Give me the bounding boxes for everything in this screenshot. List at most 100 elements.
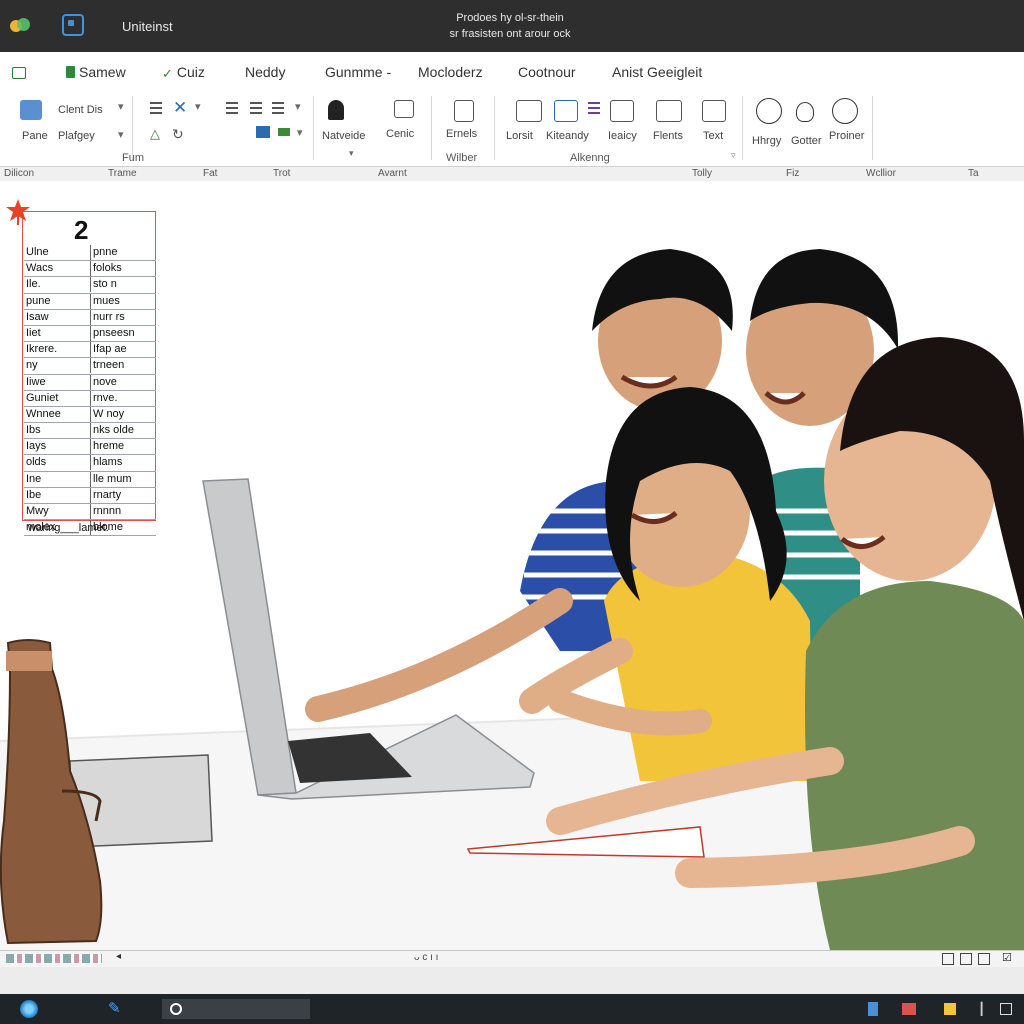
table-cell[interactable]: Ikrere. (26, 342, 84, 357)
tab-gunmme[interactable]: Gunmme - (325, 64, 391, 80)
table-cell[interactable]: hlams (90, 455, 157, 471)
chevron-down-icon[interactable]: ▾ (118, 128, 124, 141)
table-cell[interactable]: Guniet (26, 391, 84, 406)
frame-icon[interactable] (516, 100, 542, 122)
table-cell[interactable]: rnve. (90, 390, 157, 406)
indent-icon[interactable] (226, 102, 238, 114)
table-cell[interactable]: Iiet (26, 326, 84, 341)
alignment-item-1[interactable]: Lorsit (506, 130, 533, 142)
chevron-down-icon[interactable]: ▾ (297, 126, 303, 139)
table-cell[interactable]: Wacs (26, 261, 84, 276)
column-header[interactable]: Dilicon (4, 167, 34, 181)
table-row[interactable]: Ile. sto n (24, 277, 156, 294)
alignment-item-3[interactable]: Ieaicy (608, 130, 637, 142)
column-header[interactable]: Trot (273, 167, 290, 181)
insert-item-2[interactable]: Cenic (386, 128, 414, 140)
chevron-down-icon[interactable]: ▾ (118, 100, 124, 113)
tab-cuiz[interactable]: ✓ Cuiz (162, 64, 205, 81)
app-logo-icon[interactable] (10, 14, 32, 36)
table-cell[interactable]: olds (26, 455, 84, 470)
chevron-down-icon[interactable]: ▾ (195, 100, 201, 113)
table-cell[interactable]: pune (26, 294, 84, 309)
column-header[interactable]: Fiz (786, 167, 799, 181)
shield-icon[interactable] (796, 102, 814, 122)
table-cell[interactable]: foloks (90, 261, 157, 277)
paste-icon[interactable] (20, 100, 42, 120)
alignment-item-5[interactable]: Text (703, 130, 723, 142)
column-header[interactable]: Fat (203, 167, 217, 181)
refresh-icon[interactable]: ↻ (172, 126, 184, 143)
table-cell[interactable]: nove (90, 374, 157, 390)
table-cell[interactable]: Ile. (26, 277, 84, 292)
table-row[interactable]: Ibe rnarty (24, 487, 156, 504)
paragraph-icon[interactable] (272, 102, 284, 114)
document-icon[interactable] (454, 100, 474, 122)
tray-folder-icon[interactable] (944, 1003, 956, 1015)
table-row[interactable]: Wacs foloks (24, 261, 157, 278)
table-row[interactable]: Ikrere. Ifap ae (24, 342, 157, 359)
column-header[interactable]: Trame (108, 167, 137, 181)
scroll-left-icon[interactable]: ◂ (116, 951, 121, 962)
table-cell[interactable]: trneen (90, 358, 157, 374)
taskbar-active-window[interactable] (162, 999, 310, 1019)
pen-icon[interactable]: ✎ (108, 999, 121, 1019)
tray-notification-icon[interactable] (1000, 1003, 1012, 1015)
table-row[interactable]: Ibs nks olde (24, 423, 156, 440)
badge-icon[interactable] (832, 98, 858, 124)
table-cell[interactable]: Ibe (26, 488, 84, 503)
quick-access-icon[interactable] (62, 14, 84, 36)
table-cell[interactable]: pnseesn (90, 325, 157, 341)
table-cell[interactable]: ny (26, 358, 84, 373)
table-cell[interactable]: lle mum (90, 471, 157, 487)
dialog-launcher-icon[interactable]: ▿ (731, 150, 736, 161)
table-cell[interactable]: Mwy (26, 504, 84, 519)
tab-home-icon[interactable] (12, 65, 30, 81)
view-page-icon[interactable] (978, 953, 990, 965)
tab-samew[interactable]: Samew (66, 64, 126, 80)
view-layout-icon[interactable] (960, 953, 972, 965)
clipboard-item-3[interactable]: Pane (22, 130, 48, 142)
alignment-item-2[interactable]: Kiteandy (546, 130, 589, 142)
table-cell[interactable]: Ibs (26, 423, 84, 438)
tab-anist-geeigleit[interactable]: Anist Geeigleit (612, 64, 702, 80)
table-row[interactable]: Iiwe nove (24, 374, 157, 391)
table-cell[interactable]: Iays (26, 439, 84, 454)
table-cell[interactable]: pnne (90, 245, 157, 260)
table-row[interactable]: Ine lle mum (24, 471, 157, 488)
table-cell[interactable]: hreme (90, 439, 157, 455)
table-cell[interactable]: mues (90, 293, 157, 309)
clipboard-item-1[interactable]: Clent Dis (58, 104, 103, 116)
columns-icon[interactable] (656, 100, 682, 122)
text-box-icon[interactable] (702, 100, 726, 122)
extras-item-2[interactable]: Gotter (791, 135, 822, 147)
fill-color-icon[interactable] (278, 128, 290, 136)
tab-mocloderz[interactable]: Mocloderz (418, 64, 483, 80)
layout-icon[interactable] (554, 100, 578, 122)
table-cell[interactable]: Ifap ae (90, 342, 157, 358)
tab-cootnour[interactable]: Cootnour (518, 64, 576, 80)
table-icon[interactable] (394, 100, 414, 118)
list-icon[interactable] (250, 102, 262, 114)
align-icon[interactable] (150, 102, 162, 114)
tray-mail-icon[interactable] (902, 1003, 916, 1015)
table-cell[interactable]: Ulne (26, 245, 84, 260)
bullet-list-icon[interactable] (588, 102, 600, 116)
column-header[interactable]: Tolly (692, 167, 712, 181)
close-x-icon[interactable]: ✕ (173, 98, 187, 118)
tab-neddy[interactable]: Neddy (245, 64, 285, 80)
tray-app-icon[interactable] (868, 1002, 878, 1016)
person-icon[interactable] (328, 100, 344, 120)
table-row[interactable]: Guniet rnve. (24, 390, 157, 407)
table-cell[interactable]: W noy (90, 406, 157, 422)
clipboard-item-2[interactable]: Plafgey (58, 130, 95, 142)
table-row[interactable]: Iays hreme (24, 439, 157, 456)
table-cell[interactable]: Isaw (26, 310, 84, 325)
alignment-item-4[interactable]: Flents (653, 130, 683, 142)
start-icon[interactable] (20, 1000, 38, 1018)
chevron-down-icon[interactable]: ▾ (295, 100, 301, 113)
table-row[interactable]: Iiet pnseesn (24, 325, 157, 343)
column-header[interactable]: Avarnt (378, 167, 407, 181)
image-icon[interactable] (610, 100, 634, 122)
chevron-down-icon[interactable]: ▾ (349, 148, 354, 159)
table-cell[interactable]: rnnnn (90, 504, 157, 519)
